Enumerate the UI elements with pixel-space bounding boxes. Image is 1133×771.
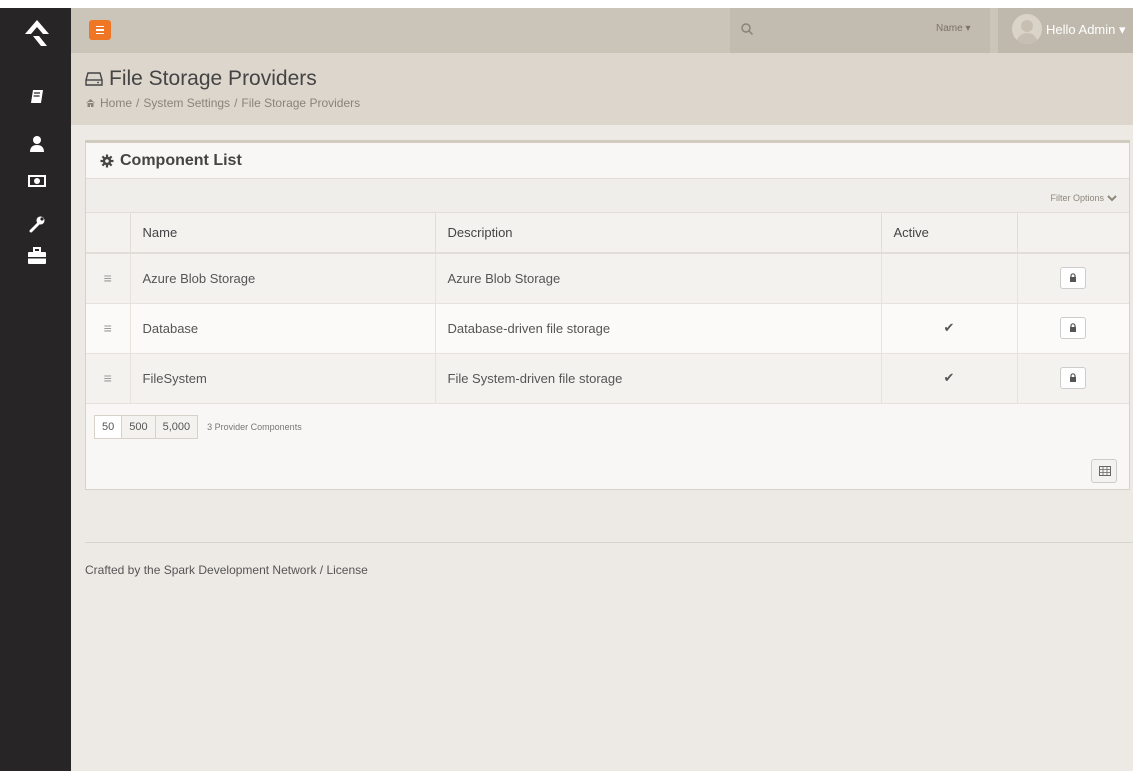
footer-divider [85,542,1133,543]
cell-security [1017,303,1129,354]
panel-heading: Component List [86,143,1129,179]
component-list-panel: Component List Filter Options Name Descr… [85,140,1130,490]
column-header-description[interactable]: Description [435,213,882,254]
book-icon[interactable] [26,86,48,108]
table-row[interactable]: ≡ FileSystem File System-driven file sto… [86,353,1129,404]
checkmark-icon: ✔ [943,370,955,385]
cell-active: ✔ [881,303,1018,354]
pager: 50 500 5,000 3 Provider Components [94,415,302,439]
footer-text: Crafted by the Spark Development Network… [85,563,368,577]
reorder-handle-icon[interactable]: ≡ [86,253,131,304]
page-title-text: File Storage Providers [109,67,317,90]
column-header-reorder [86,213,131,254]
components-grid: Name Description Active ≡ Azure Blob Sto… [86,213,1129,404]
breadcrumb-separator: / [234,96,238,110]
column-header-name[interactable]: Name [130,213,436,254]
table-row[interactable]: ≡ Azure Blob Storage Azure Blob Storage [86,253,1129,304]
wrench-icon[interactable] [26,213,48,235]
security-button[interactable] [1060,367,1087,389]
checkmark-icon: ✔ [943,320,955,335]
excel-export-button[interactable] [1091,459,1117,483]
breadcrumb-separator: / [136,96,140,110]
cell-security [1017,353,1129,404]
money-icon[interactable] [26,170,48,192]
reorder-handle-icon[interactable]: ≡ [86,353,131,404]
search-type-label: Name [936,23,963,34]
cell-name: Azure Blob Storage [130,253,436,304]
breadcrumb-current: File Storage Providers [241,96,361,110]
security-button[interactable] [1060,317,1087,339]
user-icon[interactable] [26,133,48,155]
lock-icon [1070,273,1077,283]
cell-name: Database [130,303,436,354]
item-count: 3 Provider Components [207,422,302,432]
user-name-label: Hello Admin [1046,22,1116,37]
filter-options-toggle[interactable]: Filter Options [1050,193,1117,203]
chevron-down-icon [1107,194,1117,201]
column-header-security [1017,213,1129,254]
grid-header-row: Name Description Active [86,213,1129,254]
breadcrumb-home[interactable]: Home [100,96,132,110]
hdd-icon [85,72,103,86]
user-menu[interactable]: Hello Admin ▾ [998,8,1133,53]
gear-icon [100,154,114,167]
sidebar [0,8,71,771]
cell-name: FileSystem [130,353,436,404]
caret-down-icon: ▾ [965,23,971,34]
search-icon [741,23,754,36]
user-greeting: Hello Admin ▾ [1046,22,1126,38]
search-type-dropdown[interactable]: Name ▾ [936,23,971,34]
panel-title: Component List [120,151,242,169]
reorder-handle-icon[interactable]: ≡ [86,303,131,354]
menu-toggle-button[interactable] [89,20,111,40]
lock-icon [1070,323,1077,332]
page-header: File Storage Providers Home / System Set… [71,53,1133,125]
page-size-500[interactable]: 500 [121,415,156,439]
page-size-50[interactable]: 50 [94,415,123,439]
caret-down-icon: ▾ [1119,22,1126,37]
filter-row: Filter Options [86,179,1129,213]
page-size-5000[interactable]: 5,000 [154,415,199,439]
avatar [1012,14,1042,44]
cell-security [1017,253,1129,304]
rock-logo-icon[interactable] [21,16,53,48]
cell-description: Database-driven file storage [435,303,882,354]
table-row[interactable]: ≡ Database Database-driven file storage … [86,303,1129,354]
table-icon [1099,466,1111,476]
top-navbar: Name ▾ Hello Admin ▾ [71,8,1133,53]
main-content: Component List Filter Options Name Descr… [71,125,1133,771]
home-icon [86,99,95,107]
column-header-active[interactable]: Active [881,213,1018,254]
cell-active: ✔ [881,353,1018,404]
cell-description: Azure Blob Storage [435,253,882,304]
top-strip [0,0,1133,8]
lock-icon [1070,373,1077,382]
cell-description: File System-driven file storage [435,353,882,404]
security-button[interactable] [1060,267,1087,290]
briefcase-icon[interactable] [26,245,48,267]
cell-active [881,253,1018,304]
breadcrumb: Home / System Settings / File Storage Pr… [85,96,360,110]
breadcrumb-system-settings[interactable]: System Settings [143,96,230,110]
filter-options-label: Filter Options [1050,193,1104,203]
page-title: File Storage Providers [85,67,317,91]
